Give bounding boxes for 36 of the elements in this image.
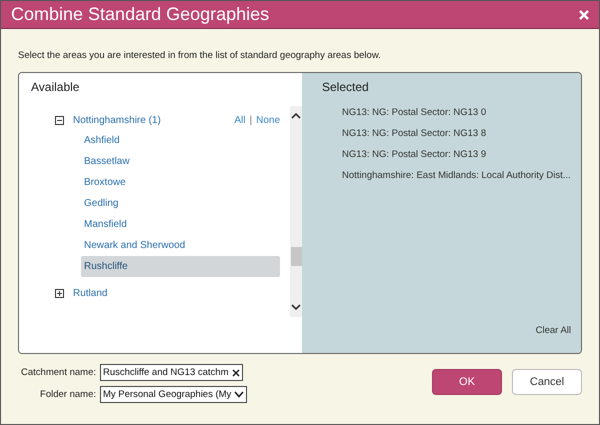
pane-heading: Selected bbox=[322, 79, 370, 96]
scrollbar[interactable] bbox=[290, 106, 302, 317]
dropdown-caret-icon[interactable] bbox=[234, 391, 244, 398]
tree-item[interactable]: Broxtowe bbox=[81, 172, 280, 193]
catchment-name-field[interactable]: Ruschcliffe and NG13 catchm bbox=[100, 364, 242, 381]
ok-button[interactable]: OK bbox=[432, 368, 502, 394]
folder-dropdown[interactable]: My Personal Geographies (My bbox=[100, 386, 248, 403]
tree-item[interactable]: Mansfield bbox=[81, 214, 280, 235]
tree-item[interactable]: Bassetlaw bbox=[81, 151, 280, 172]
tree-item[interactable]: Newark and Sherwood bbox=[81, 235, 280, 256]
tree-item[interactable]: Rushcliffe bbox=[81, 256, 280, 277]
field-label: Folder name: bbox=[39, 389, 96, 400]
clear-icon[interactable] bbox=[232, 368, 240, 376]
instruction-text: Select the areas you are interested in from the list of standard geography areas below. bbox=[18, 50, 382, 61]
tree-item[interactable]: Nottinghamshire (1) bbox=[73, 114, 161, 126]
collapse-icon[interactable] bbox=[55, 116, 64, 124]
pane-heading: Available bbox=[30, 79, 80, 96]
selected-item[interactable]: Nottinghamshire: East Midlands: Local Authority Dist... bbox=[322, 165, 571, 186]
expand-icon[interactable] bbox=[55, 288, 64, 298]
clear-all-link[interactable]: Clear All bbox=[536, 325, 571, 336]
tree-item[interactable]: Rutland bbox=[73, 288, 108, 298]
scroll-down-icon[interactable] bbox=[291, 304, 301, 311]
select-link[interactable]: None bbox=[256, 114, 280, 126]
window-title: Combine Standard Geographies bbox=[11, 4, 270, 25]
tree-item[interactable]: Ashfield bbox=[81, 130, 280, 151]
scroll-thumb[interactable] bbox=[290, 247, 302, 266]
close-icon[interactable] bbox=[579, 10, 589, 20]
link-separator: | bbox=[249, 114, 252, 126]
selected-item[interactable]: NG13: NG: Postal Sector: NG13 8 bbox=[322, 123, 571, 144]
selected-item[interactable]: NG13: NG: Postal Sector: NG13 0 bbox=[322, 102, 571, 123]
field-label: Catchment name: bbox=[20, 367, 96, 378]
select-link[interactable]: All bbox=[234, 114, 246, 126]
selected-item[interactable]: NG13: NG: Postal Sector: NG13 9 bbox=[322, 144, 571, 165]
cancel-button[interactable]: Cancel bbox=[512, 368, 582, 394]
scroll-up-icon[interactable] bbox=[291, 112, 301, 119]
tree-item[interactable]: Gedling bbox=[81, 193, 280, 214]
